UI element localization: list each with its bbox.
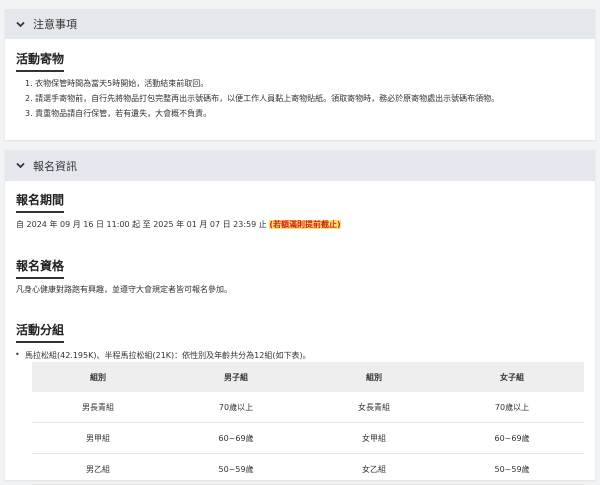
registration-panel: 報名資訊 報名期間 自 2024 年 09 月 16 日 11:00 起 至 2… (5, 150, 595, 485)
notice-panel-title: 注意事項 (33, 18, 77, 31)
chevron-down-icon[interactable] (15, 19, 25, 29)
qualification-text: 凡身心健康對路跑有興趣，並遵守大會規定者皆可報名參加。 (16, 285, 232, 294)
registration-panel-title: 報名資訊 (33, 159, 77, 173)
table-cell: 男長青組 (32, 392, 165, 423)
table-cell: 70歲以上 (440, 392, 584, 423)
table-cell: 女甲組 (307, 422, 441, 454)
table-row: 男乙組 50~59歲 女乙組 50~59歲 (32, 453, 584, 485)
table-cell: 女乙組 (307, 453, 441, 485)
notice-panel-header[interactable]: 注意事項 (5, 9, 595, 39)
section-title-qualification: 報名資格 (16, 257, 65, 279)
table-cell: 男乙組 (32, 453, 165, 485)
notice-list: 1. 衣物保管時間為當天5時開始，活動結束前取回。 2. 請選手寄物前，自行先將… (25, 76, 499, 121)
section-title-groups: 活動分組 (16, 321, 65, 343)
notice-list-item: 2. 請選手寄物前，自行先將物品打包完整再出示號碼布，以便工作人員黏上寄物貼紙。… (25, 94, 500, 103)
table-cell: 70歲以上 (164, 392, 308, 423)
table-header-cell: 男子組 (164, 362, 308, 392)
table-cell: 女長青組 (307, 392, 441, 423)
groups-table: 組別 男子組 組別 女子組 男長青組 70歲以上 女長青組 70歲以上 男甲組 … (32, 362, 584, 485)
registration-period-text: 自 2024 年 09 月 16 日 11:00 起 至 2025 年 01 月… (16, 219, 341, 230)
notice-list-item: 3. 貴重物品請自行保管，若有遺失，大會概不負責。 (25, 109, 212, 118)
notice-list-item: 1. 衣物保管時間為當天5時開始，活動結束前取回。 (25, 79, 209, 88)
registration-panel-header[interactable]: 報名資訊 (5, 150, 595, 181)
table-row: 男長青組 70歲以上 女長青組 70歲以上 (32, 392, 584, 423)
table-cell: 60~69歲 (164, 422, 308, 454)
section-title-baggage: 活動寄物 (16, 50, 65, 72)
notice-panel-body: 活動寄物 1. 衣物保管時間為當天5時開始，活動結束前取回。 2. 請選手寄物前… (5, 39, 595, 140)
table-row: 男甲組 60~69歲 女甲組 60~69歲 (32, 422, 584, 454)
registration-panel-body: 報名期間 自 2024 年 09 月 16 日 11:00 起 至 2025 年… (5, 181, 595, 485)
table-cell: 50~59歲 (164, 453, 308, 485)
table-header-cell: 女子組 (440, 362, 584, 392)
table-cell: 男甲組 (32, 422, 165, 454)
period-dates: 自 2024 年 09 月 16 日 11:00 起 至 2025 年 01 月… (16, 220, 267, 229)
period-note-highlight: (若額滿則提前截止) (269, 220, 341, 229)
notice-panel: 注意事項 活動寄物 1. 衣物保管時間為當天5時開始，活動結束前取回。 2. 請… (5, 9, 595, 140)
table-header-cell: 組別 (32, 362, 165, 392)
table-header-row: 組別 男子組 組別 女子組 (32, 362, 584, 392)
chevron-down-icon[interactable] (15, 161, 25, 171)
table-cell: 50~59歲 (440, 453, 584, 485)
groups-bullet-item: 馬拉松組(42.195K)、半程馬拉松組(21K)：依性別及年齡共分為12組(如… (15, 350, 311, 361)
section-title-period: 報名期間 (16, 191, 65, 213)
table-header-cell: 組別 (307, 362, 441, 392)
table-cell: 60~69歲 (440, 422, 584, 454)
